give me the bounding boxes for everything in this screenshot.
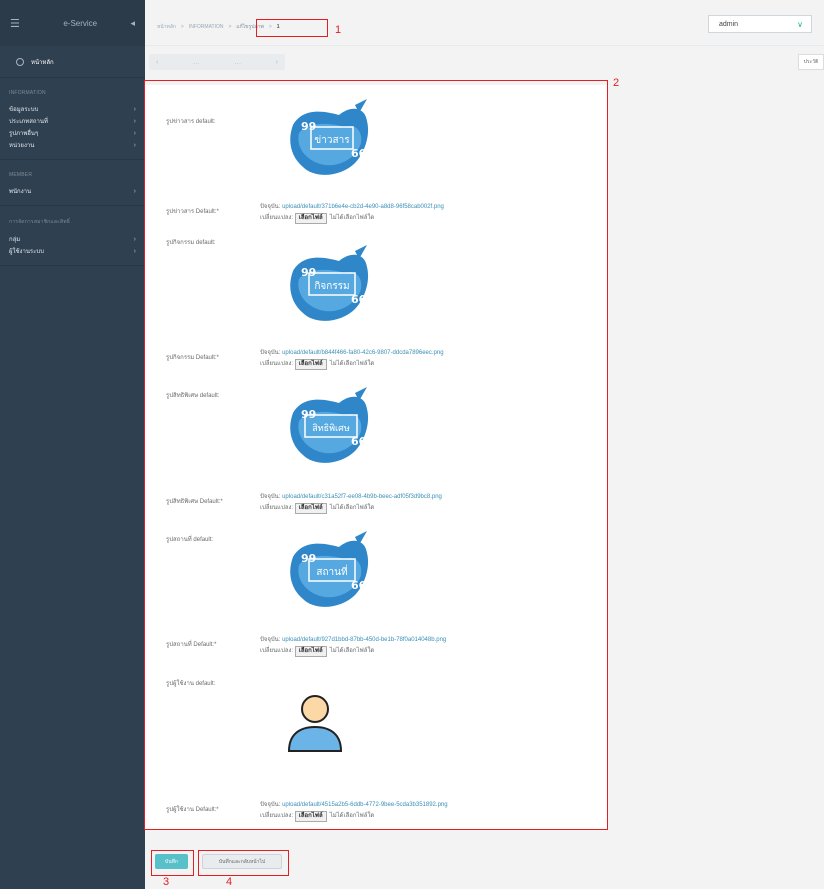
sidebar-item-departments[interactable]: หน่วยงาน ›	[0, 139, 145, 151]
sidebar-item-other-images[interactable]: รูปภาพอื่นๆ ›	[0, 127, 145, 139]
section-title: MEMBER	[9, 172, 33, 178]
sidebar-item-home[interactable]: หน้าหลัก	[0, 46, 145, 78]
annotation-box-2	[144, 80, 608, 830]
collapse-icon[interactable]: ◂	[130, 18, 135, 29]
annotation-label-4: 4	[226, 876, 233, 888]
sidebar-item-employees[interactable]: พนักงาน ›	[0, 185, 145, 197]
sidebar-item-label: ผู้ใช้งานระบบ	[9, 249, 44, 255]
sidebar-header: ☰ e-Service ◂	[0, 0, 145, 46]
history-button[interactable]: ประวัติ	[798, 54, 824, 70]
sidebar-item-system-info[interactable]: ข้อมูลระบบ ›	[0, 103, 145, 115]
chevron-right-icon: ›	[133, 117, 136, 125]
brand-name: e-Service	[63, 18, 98, 28]
record-pager: ‹ … … ›	[149, 54, 285, 70]
user-name: admin	[719, 20, 739, 28]
annotation-label-2: 2	[613, 77, 620, 89]
prev-arrow-icon[interactable]: ‹	[156, 59, 158, 66]
sidebar-item-place-types[interactable]: ประเภทสถานที่ ›	[0, 115, 145, 127]
topbar: หน้าหลัก > INFORMATION > แก้ไขรูปภาพ > 1…	[145, 0, 824, 46]
breadcrumb-separator: >	[180, 24, 184, 30]
pager-dots: …	[234, 58, 242, 66]
subnav: ‹ … … › ประวัติ	[145, 46, 824, 82]
sidebar-item-system-users[interactable]: ผู้ใช้งานระบบ ›	[0, 245, 145, 257]
chevron-right-icon: ›	[133, 247, 136, 255]
chevron-right-icon: ›	[133, 129, 136, 137]
chevron-right-icon: ›	[133, 141, 136, 149]
annotation-box-3	[151, 850, 194, 876]
annotation-box-1	[256, 19, 328, 37]
sidebar-section-information: INFORMATION ข้อมูลระบบ › ประเภทสถานที่ › ร…	[0, 78, 145, 160]
breadcrumb-home[interactable]: หน้าหลัก	[157, 23, 176, 31]
chevron-right-icon: ›	[133, 105, 136, 113]
sidebar-item-label: รูปภาพอื่นๆ	[9, 131, 39, 137]
sidebar-section-permissions: การจัดการสมาชิกและสิทธิ์ กลุ่ม › ผู้ใช้งา…	[0, 206, 145, 266]
annotation-label-3: 3	[163, 876, 170, 888]
sidebar-item-label: ข้อมูลระบบ	[9, 107, 39, 113]
pager-dots: …	[192, 58, 200, 66]
menu-icon[interactable]: ☰	[10, 17, 30, 30]
sidebar-item-label: พนักงาน	[9, 189, 32, 195]
annotation-label-1: 1	[335, 24, 342, 36]
section-title: INFORMATION	[9, 90, 46, 96]
sidebar-item-label: หน้าหลัก	[31, 59, 54, 66]
breadcrumb-separator: >	[228, 24, 232, 30]
sidebar-item-label: หน่วยงาน	[9, 143, 35, 149]
user-select[interactable]: admin ∨	[708, 15, 812, 33]
annotation-box-4	[198, 850, 289, 876]
next-arrow-icon[interactable]: ›	[276, 59, 278, 66]
chevron-down-icon: ∨	[797, 19, 803, 29]
chevron-right-icon: ›	[133, 235, 136, 243]
sidebar: ☰ e-Service ◂ หน้าหลัก INFORMATION ข้อมู…	[0, 0, 145, 889]
chevron-right-icon: ›	[133, 187, 136, 195]
breadcrumb-section[interactable]: INFORMATION	[189, 24, 224, 30]
home-icon	[16, 57, 24, 66]
sidebar-item-groups[interactable]: กลุ่ม ›	[0, 233, 145, 245]
sidebar-item-label: ประเภทสถานที่	[9, 119, 48, 125]
sidebar-item-label: กลุ่ม	[9, 237, 21, 243]
section-title: การจัดการสมาชิกและสิทธิ์	[9, 219, 70, 225]
sidebar-section-member: MEMBER พนักงาน ›	[0, 160, 145, 206]
